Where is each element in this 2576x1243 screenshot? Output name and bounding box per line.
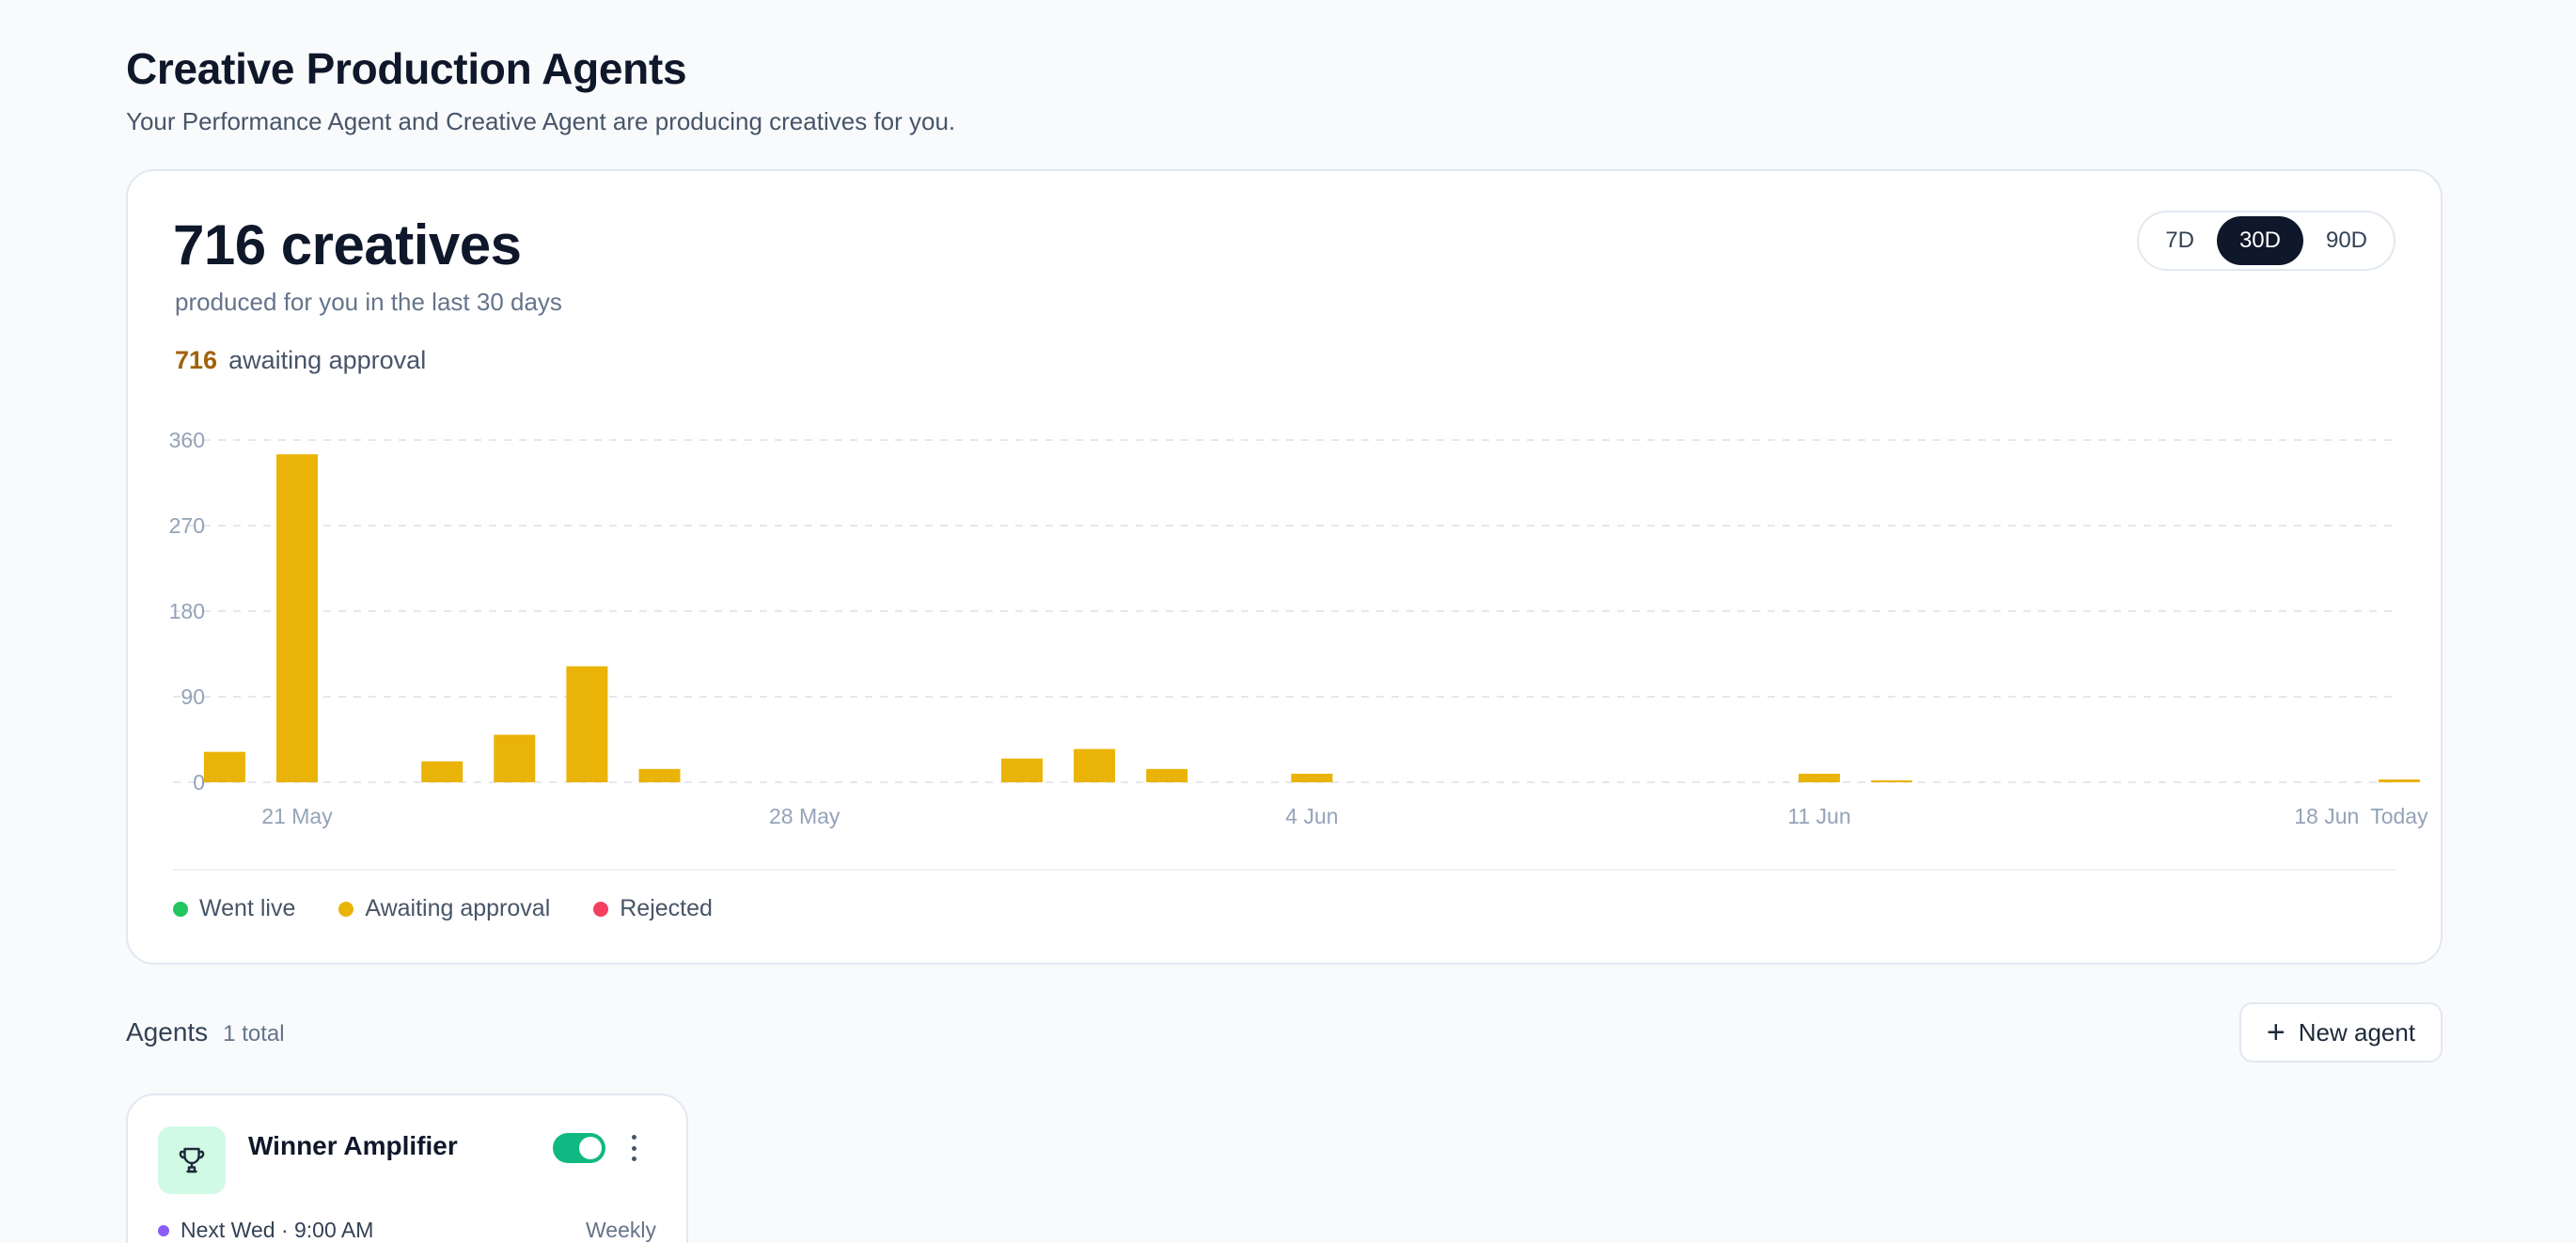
x-tick-label: 11 Jun [1787, 804, 1850, 828]
y-tick-label: 0 [193, 770, 205, 795]
chart-bar [421, 761, 463, 782]
chart-bar [1001, 758, 1043, 782]
chart-bar [494, 734, 536, 782]
chart-bar [1146, 768, 1188, 782]
chart-bar [638, 768, 681, 782]
chart-gridlines [173, 439, 2395, 783]
creatives-bar-chart: 0 90 180 270 360 21 May 28 May 4 Jun 11 Jun 18 J… [169, 428, 2428, 828]
more-options-icon[interactable] [624, 1131, 643, 1165]
y-tick-label: 90 [181, 684, 205, 709]
agent-card[interactable]: Winner Amplifier Next Wed · 9:00 AM Week… [126, 1094, 688, 1243]
legend-label-awaiting-approval: Awaiting approval [365, 895, 551, 921]
toggle-knob [579, 1137, 602, 1159]
chart-bar [1074, 748, 1116, 782]
legend-rejected: Rejected [593, 895, 713, 922]
y-tick-label: 180 [169, 599, 205, 623]
page-subtitle: Your Performance Agent and Creative Agen… [126, 107, 956, 135]
legend-dot-awaiting-approval [338, 901, 354, 917]
legend-awaiting-approval: Awaiting approval [338, 895, 550, 922]
x-tick-label: 28 May [769, 804, 840, 828]
x-tick-label: 18 Jun [2294, 804, 2359, 828]
trophy-icon [158, 1126, 226, 1194]
page-title: Creative Production Agents [126, 44, 687, 93]
legend-dot-rejected [593, 901, 609, 917]
chart-bar [276, 454, 318, 782]
x-tick-label: 4 Jun [1285, 804, 1338, 828]
legend-label-went-live: Went live [199, 895, 296, 921]
chart-bar [2378, 779, 2420, 782]
agents-count: 1 total [223, 1021, 285, 1046]
chart-bar [566, 666, 608, 782]
chart-bar [1291, 773, 1333, 782]
production-summary-card: 716 creatives produced for you in the la… [126, 169, 2442, 965]
y-tick-label: 270 [169, 513, 205, 538]
chart-bar [1798, 773, 1841, 782]
legend-label-rejected: Rejected [620, 895, 713, 921]
chart-bar [203, 751, 245, 782]
legend-dot-went-live [173, 901, 188, 917]
chart-y-axis: 0 90 180 270 360 [169, 428, 205, 795]
y-tick-label: 360 [169, 428, 205, 452]
x-tick-label: 21 May [261, 804, 333, 828]
chart-divider [173, 869, 2395, 871]
chart-legend: Went live Awaiting approval Rejected [173, 895, 713, 922]
plus-icon: + [2266, 1015, 2285, 1050]
agent-enabled-toggle[interactable] [553, 1133, 605, 1163]
agent-name: Winner Amplifier [248, 1131, 458, 1160]
chart-x-axis: 21 May 28 May 4 Jun 11 Jun 18 Jun Today [261, 804, 2428, 828]
agents-title: Agents [126, 1017, 209, 1046]
new-agent-label: New agent [2298, 1017, 2416, 1046]
new-agent-button[interactable]: + New agent [2239, 1002, 2442, 1062]
agents-section-header: Agents 1 total [126, 1017, 285, 1047]
schedule-dot [158, 1224, 169, 1236]
chart-bars [203, 454, 2420, 782]
x-tick-label: Today [2370, 804, 2428, 828]
agent-schedule-text: Next Wed · 9:00 AM [181, 1218, 374, 1242]
legend-went-live: Went live [173, 895, 295, 922]
chart-bar [1871, 779, 1913, 782]
agent-schedule: Next Wed · 9:00 AM [158, 1218, 373, 1243]
agent-frequency: Weekly [586, 1218, 656, 1242]
